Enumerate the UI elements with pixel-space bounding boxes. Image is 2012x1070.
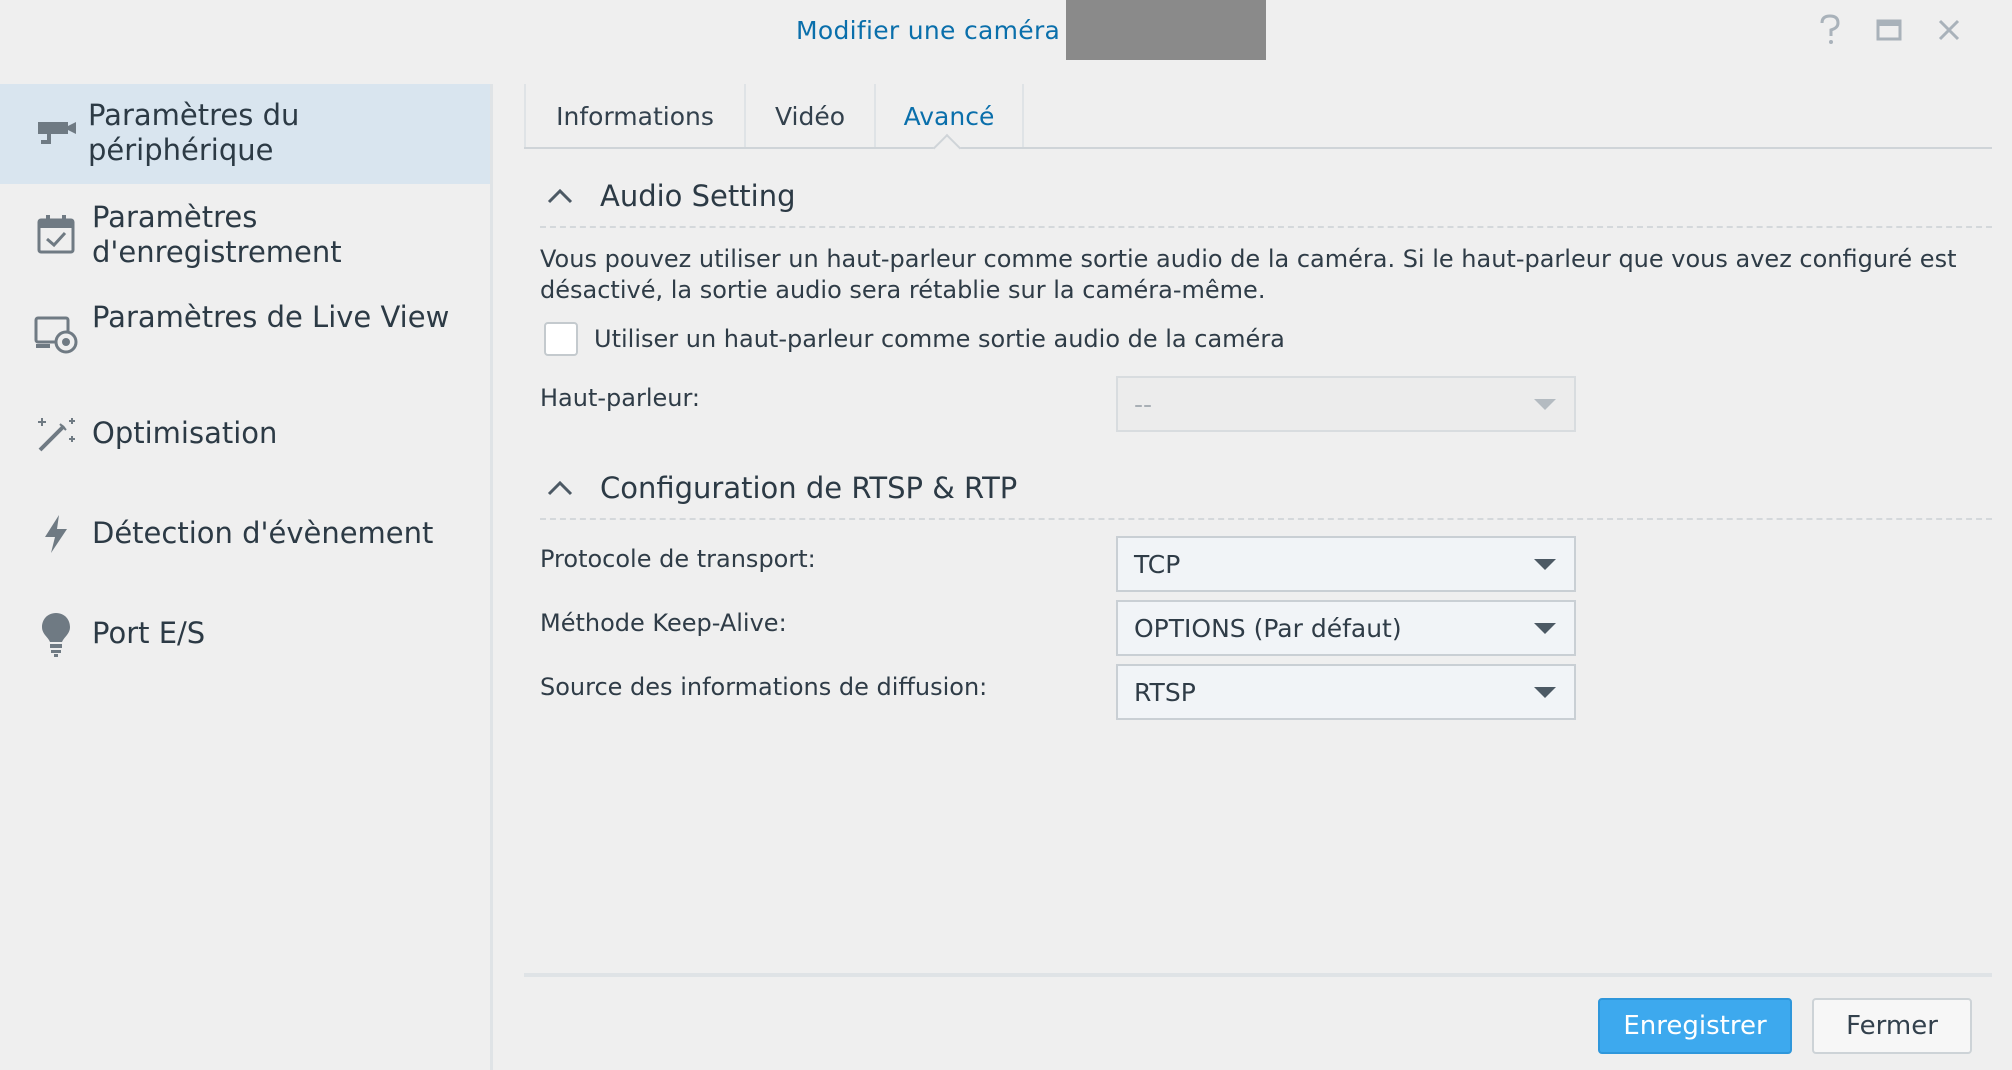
chevron-down-icon — [1534, 558, 1556, 570]
sidebar-item-live-view-settings[interactable]: Paramètres de Live View — [0, 284, 490, 384]
chevron-up-icon — [540, 176, 580, 216]
title-bar: Modifier une caméra — [0, 0, 2012, 84]
camera-icon — [34, 112, 78, 156]
use-speaker-checkbox-row[interactable]: Utiliser un haut-parleur comme sortie au… — [544, 322, 1285, 356]
window-title-group: Modifier une caméra — [796, 0, 1267, 60]
speaker-select[interactable]: -- — [1116, 376, 1576, 432]
chevron-down-icon — [1534, 686, 1556, 698]
tab-underline — [524, 147, 1992, 149]
sidebar-item-label: Paramètres du périphérique — [88, 98, 300, 167]
sidebar-item-label: Optimisation — [92, 416, 278, 450]
bulb-icon — [34, 612, 78, 657]
section-divider — [540, 518, 1992, 520]
audio-section-header[interactable]: Audio Setting — [540, 176, 795, 216]
tab-video[interactable]: Vidéo — [744, 84, 874, 148]
rtsp-section-header[interactable]: Configuration de RTSP & RTP — [540, 468, 1017, 508]
calendar-check-icon — [34, 212, 78, 256]
select-value: -- — [1134, 389, 1153, 419]
sidebar-item-label: Paramètres d'enregistrement — [92, 200, 342, 269]
keepalive-method-select[interactable]: OPTIONS (Par défaut) — [1116, 600, 1576, 656]
checkbox-label: Utiliser un haut-parleur comme sortie au… — [594, 325, 1285, 353]
section-title: Audio Setting — [600, 179, 796, 213]
maximize-icon[interactable] — [1869, 10, 1909, 50]
sidebar-item-label: Détection d'évènement — [92, 516, 434, 550]
chevron-down-icon — [1534, 622, 1556, 634]
sidebar-item-recording-settings[interactable]: Paramètres d'enregistrement — [0, 184, 490, 284]
question-icon[interactable] — [1810, 10, 1850, 50]
sidebar-item-device-settings[interactable]: Paramètres du périphérique — [0, 84, 490, 184]
use-speaker-checkbox[interactable] — [544, 322, 578, 356]
magic-wand-icon — [34, 412, 78, 456]
keepalive-method-label: Méthode Keep-Alive: — [540, 609, 787, 637]
close-icon[interactable] — [1929, 10, 1969, 50]
transport-protocol-select[interactable]: TCP — [1116, 536, 1576, 592]
section-divider — [540, 226, 1992, 228]
sidebar-item-label: Port E/S — [92, 616, 206, 650]
save-button[interactable]: Enregistrer — [1598, 998, 1792, 1054]
chevron-down-icon — [1534, 398, 1556, 410]
sidebar-item-io-port[interactable]: Port E/S — [0, 584, 490, 684]
close-button[interactable]: Fermer — [1812, 998, 1972, 1054]
audio-description: Vous pouvez utiliser un haut-parleur com… — [540, 245, 1957, 304]
sidebar-item-optimisation[interactable]: Optimisation — [0, 384, 490, 484]
section-title: Configuration de RTSP & RTP — [600, 471, 1018, 505]
window-title: Modifier une caméra — [796, 15, 1061, 45]
sidebar: Paramètres du périphérique Paramètres d'… — [0, 84, 493, 1070]
sidebar-item-label: Paramètres de Live View — [92, 300, 450, 334]
select-value: RTSP — [1134, 677, 1196, 707]
footer-divider — [524, 973, 1992, 977]
lightning-icon — [34, 512, 78, 556]
redacted-camera-name — [1066, 0, 1267, 60]
stream-source-label: Source des informations de diffusion: — [540, 673, 988, 701]
chevron-up-icon — [540, 468, 580, 508]
transport-protocol-label: Protocole de transport: — [540, 545, 816, 573]
sidebar-item-event-detection[interactable]: Détection d'évènement — [0, 484, 490, 584]
tab-informations[interactable]: Informations — [524, 84, 744, 148]
select-value: TCP — [1134, 549, 1181, 579]
stream-source-select[interactable]: RTSP — [1116, 664, 1576, 720]
live-view-icon — [34, 312, 78, 356]
select-value: OPTIONS (Par défaut) — [1134, 613, 1402, 643]
speaker-label: Haut-parleur: — [540, 384, 701, 412]
